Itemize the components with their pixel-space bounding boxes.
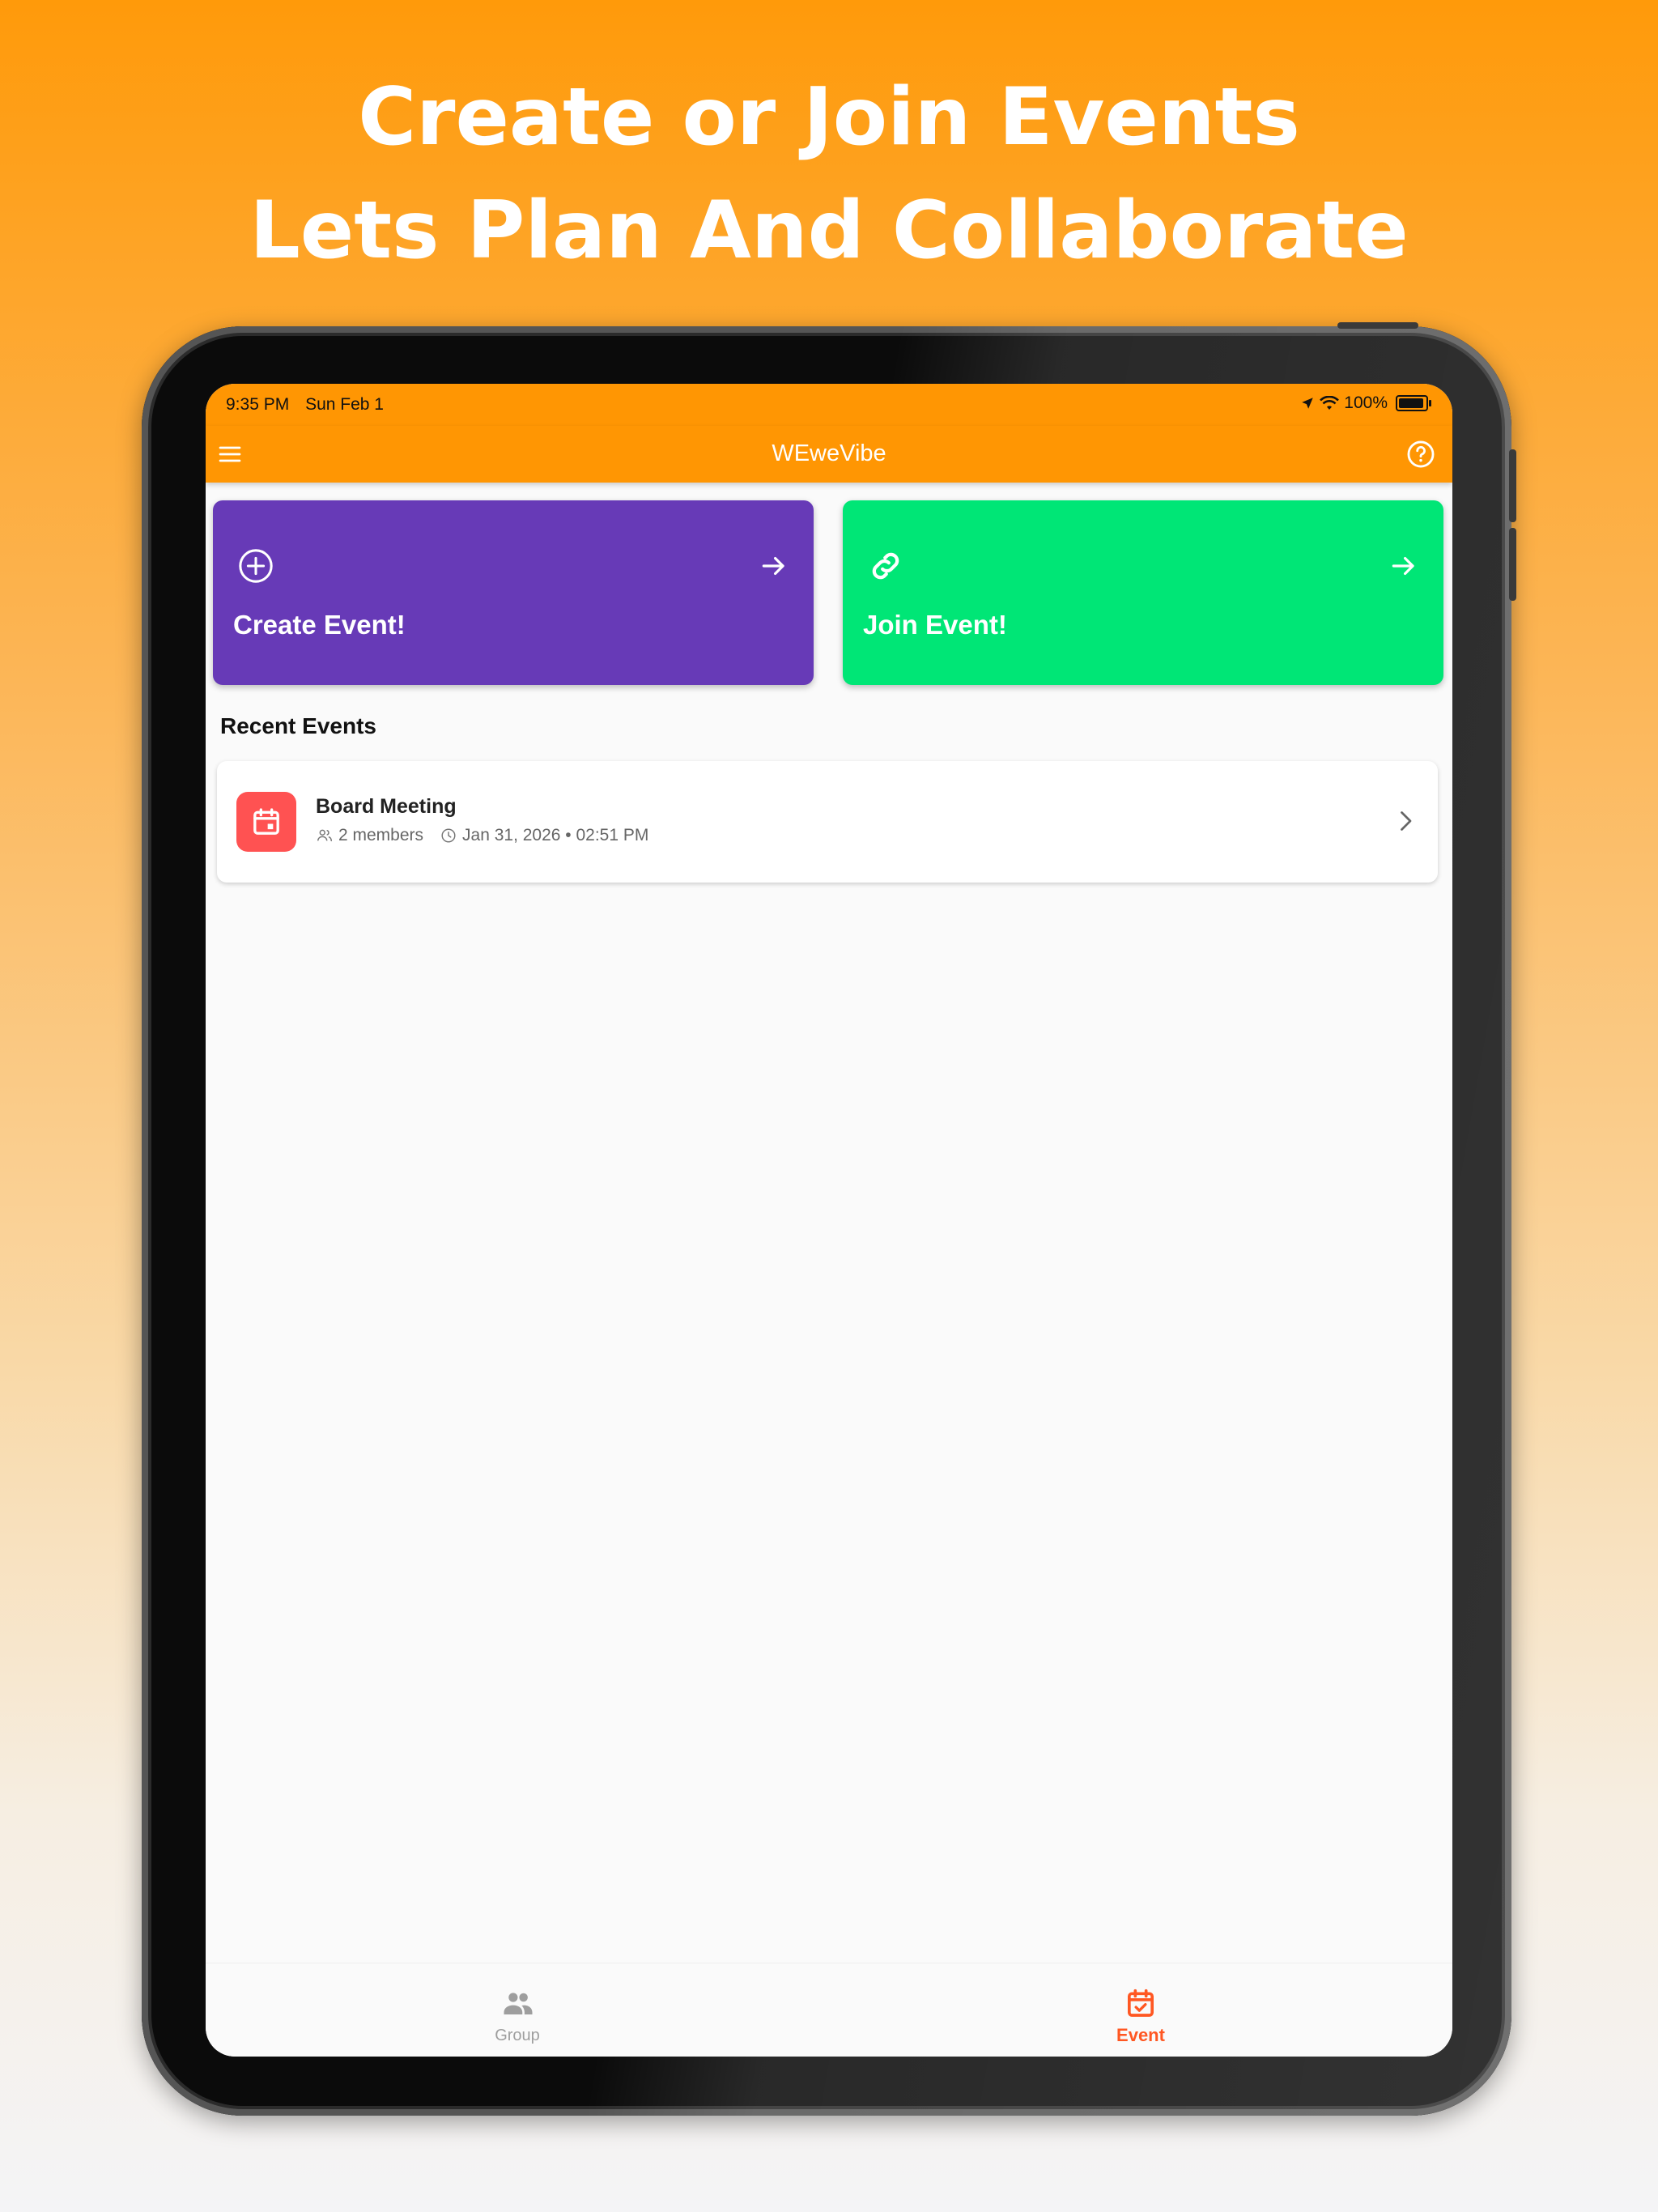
create-event-label: Create Event! [233, 610, 406, 640]
event-title: Board Meeting [316, 795, 457, 818]
status-date: Sun Feb 1 [305, 395, 384, 414]
members-icon [317, 829, 332, 842]
event-meta: 2 members Jan 31, 2026 • 02:51 PM [316, 826, 648, 845]
wifi-icon [1320, 396, 1340, 410]
battery-icon [1396, 395, 1431, 411]
link-icon [872, 552, 899, 580]
headline-line-1: Create or Join Events [358, 71, 1300, 164]
tablet-top-button [1337, 322, 1418, 329]
arrow-right-icon [762, 556, 784, 576]
add-circle-icon [239, 549, 273, 583]
tablet-volume-down-button [1509, 528, 1516, 601]
join-event-label: Join Event! [863, 610, 1007, 640]
event-calendar-icon [1128, 1989, 1154, 2017]
group-icon [504, 1993, 533, 2014]
event-datetime: Jan 31, 2026 • 02:51 PM [462, 826, 649, 844]
location-arrow-icon [1302, 398, 1314, 409]
help-circle-icon[interactable] [1405, 439, 1436, 470]
clock-icon [441, 828, 456, 843]
create-event-card[interactable]: Create Event! [213, 500, 814, 685]
nav-item-group[interactable]: Group [206, 1963, 829, 2057]
event-calendar-badge [236, 792, 296, 852]
arrow-right-icon [1392, 556, 1414, 576]
chevron-right-icon [1401, 811, 1412, 831]
status-time: 9:35 PM [226, 395, 290, 414]
tablet-volume-up-button [1509, 449, 1516, 522]
recent-events-title: Recent Events [220, 713, 376, 738]
app-bar: WEweVibe [206, 426, 1452, 483]
battery-percent: 100% [1344, 393, 1388, 412]
nav-item-event[interactable]: Event [829, 1963, 1452, 2057]
nav-label-event: Event [1116, 2025, 1165, 2045]
nav-label-group: Group [495, 2027, 540, 2044]
event-members: 2 members [338, 826, 424, 844]
status-bar: 9:35 PM Sun Feb 1 100% [206, 384, 1452, 426]
event-list-item[interactable]: Board Meeting 2 members Jan 31, 2026 • 0… [217, 761, 1438, 883]
bottom-navigation: Group Event [206, 1963, 1452, 2057]
join-event-card[interactable]: Join Event! [843, 500, 1443, 685]
headline-line-2: Lets Plan And Collaborate [249, 185, 1409, 277]
calendar-icon [253, 808, 279, 835]
app-title: WEweVibe [772, 440, 886, 466]
app-screen: 9:35 PM Sun Feb 1 100% WEweVibe Create E… [206, 384, 1452, 2057]
